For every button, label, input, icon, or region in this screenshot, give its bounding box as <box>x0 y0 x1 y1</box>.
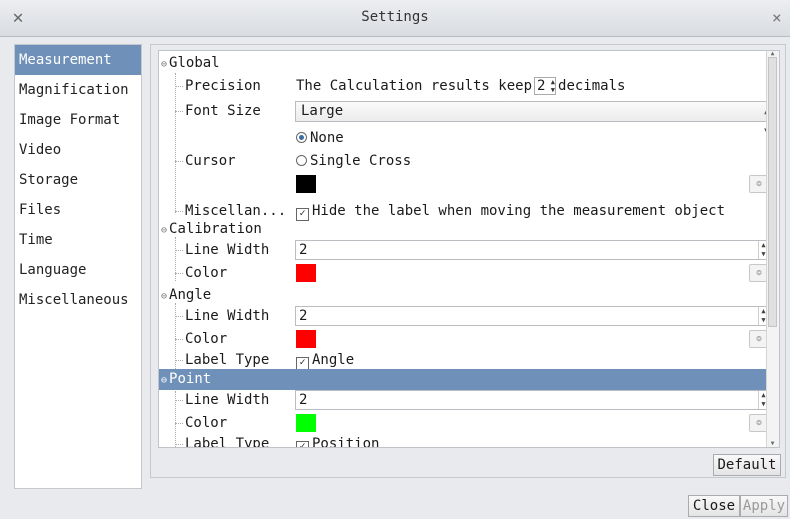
precision-label: Precision <box>175 75 261 98</box>
point-label-type-checkbox[interactable]: ✓ Position <box>296 433 380 448</box>
precision-row: Precision The Calculation results keep 2 ▲… <box>159 75 767 98</box>
close-button[interactable]: Close <box>688 495 740 517</box>
scroll-down-icon[interactable]: ▼ <box>768 441 777 447</box>
collapse-icon[interactable]: ⊖ <box>161 375 167 386</box>
angle-color-row: Color ❂ <box>159 328 769 351</box>
font-size-row: Font Size Large▲▼ <box>159 100 775 135</box>
collapse-icon[interactable]: ⊖ <box>161 225 167 236</box>
tree-group-angle[interactable]: ⊖ Angle <box>159 284 767 307</box>
font-size-label: Font Size <box>175 100 261 123</box>
line-width-value: 2 <box>299 392 308 408</box>
line-width-label: Line Width <box>174 389 269 412</box>
sidebar-item-storage[interactable]: Storage <box>15 165 141 195</box>
group-title: Global <box>169 55 220 71</box>
point-line-width-input[interactable]: 2 ▲ ▼ <box>295 390 769 410</box>
apply-button[interactable]: Apply <box>740 495 788 517</box>
collapse-icon[interactable]: ⊖ <box>161 291 167 302</box>
cursor-none-row: None <box>159 127 767 150</box>
line-width-label: Line Width <box>174 305 269 328</box>
precision-text-after: decimals <box>558 78 626 94</box>
tree-group-calibration[interactable]: ⊖ Calibration <box>159 218 767 241</box>
cursor-color-swatch[interactable] <box>296 175 316 193</box>
line-width-label: Line Width <box>174 239 269 262</box>
label-type-value: Angle <box>312 352 355 368</box>
cursor-option-none[interactable]: None <box>296 127 344 150</box>
cursor-single-cross-label: Single Cross <box>310 153 412 169</box>
angle-line-width-input[interactable]: 2 ▲ ▼ <box>295 306 769 326</box>
point-color-row: Color ❂ <box>159 412 769 435</box>
cursor-label: Cursor <box>175 150 236 173</box>
settings-category-list: Measurement Magnification Image Format V… <box>14 44 142 489</box>
sidebar-item-image-format[interactable]: Image Format <box>15 105 141 135</box>
spin-arrows-icon[interactable]: ▲ ▼ <box>551 78 555 94</box>
cursor-row: Cursor Single Cross <box>159 150 767 173</box>
label-type-value: Position <box>312 436 380 448</box>
calibration-line-width-input[interactable]: 2 ▲ ▼ <box>295 240 769 260</box>
precision-spin-value: 2 <box>537 78 546 94</box>
calibration-color-row: Color ❂ <box>159 262 769 285</box>
scrollbar-thumb[interactable] <box>768 57 777 327</box>
title-bar: ✕ Settings × <box>0 0 790 37</box>
calibration-line-width-row: Line Width 2 ▲ ▼ <box>159 239 769 262</box>
precision-value: The Calculation results keep 2 ▲ ▼ decimals <box>296 75 625 98</box>
sidebar-item-language[interactable]: Language <box>15 255 141 285</box>
group-title: Point <box>169 371 212 387</box>
cursor-none-label: None <box>310 130 344 146</box>
line-width-value: 2 <box>299 308 308 324</box>
sidebar-item-measurement[interactable]: Measurement <box>15 45 141 75</box>
angle-color-swatch[interactable] <box>296 330 316 348</box>
precision-text-before: The Calculation results keep <box>296 78 533 94</box>
sidebar-item-files[interactable]: Files <box>15 195 141 225</box>
label-type-label: Label Type <box>174 433 269 447</box>
calibration-color-swatch[interactable] <box>296 264 316 282</box>
font-size-value: Large <box>301 103 344 119</box>
point-line-width-row: Line Width 2 ▲ ▼ <box>159 389 769 412</box>
color-label: Color <box>174 412 227 435</box>
cursor-color-row: ❂ <box>159 173 769 196</box>
sidebar-item-magnification[interactable]: Magnification <box>15 75 141 105</box>
collapse-icon[interactable]: ⊖ <box>161 59 167 70</box>
cursor-option-single-cross[interactable]: Single Cross <box>296 150 411 173</box>
line-width-value: 2 <box>299 242 308 258</box>
point-color-swatch[interactable] <box>296 414 316 432</box>
color-label: Color <box>174 328 227 351</box>
sidebar-item-time[interactable]: Time <box>15 225 141 255</box>
default-button[interactable]: Default <box>713 454 781 476</box>
tree-group-global[interactable]: ⊖ Global <box>159 52 767 75</box>
hide-label-text: Hide the label when moving the measureme… <box>312 203 726 219</box>
close-window-icon[interactable]: × <box>772 6 788 30</box>
angle-line-width-row: Line Width 2 ▲ ▼ <box>159 305 769 328</box>
window-title: Settings <box>361 9 429 25</box>
color-label: Color <box>174 262 227 285</box>
tree-group-point[interactable]: ⊖ Point <box>159 369 779 390</box>
radio-unselected-icon[interactable] <box>296 155 307 166</box>
checkbox-checked-icon[interactable]: ✓ <box>296 441 309 447</box>
font-size-select[interactable]: Large▲▼ <box>295 101 775 135</box>
point-label-type-row: Label Type ✓ Position <box>159 433 767 448</box>
precision-spinbox[interactable]: 2 ▲ ▼ <box>534 77 557 95</box>
radio-selected-icon[interactable] <box>296 132 307 143</box>
sidebar-item-video[interactable]: Video <box>15 135 141 165</box>
sidebar-item-miscellaneous[interactable]: Miscellaneous <box>15 285 141 315</box>
group-title: Calibration <box>169 221 262 237</box>
tree-vertical-scrollbar[interactable]: ▲ ▼ <box>766 51 779 447</box>
measurement-settings-tree: ⊖ Global Precision The Calculation result… <box>158 50 780 448</box>
group-title: Angle <box>169 287 212 303</box>
